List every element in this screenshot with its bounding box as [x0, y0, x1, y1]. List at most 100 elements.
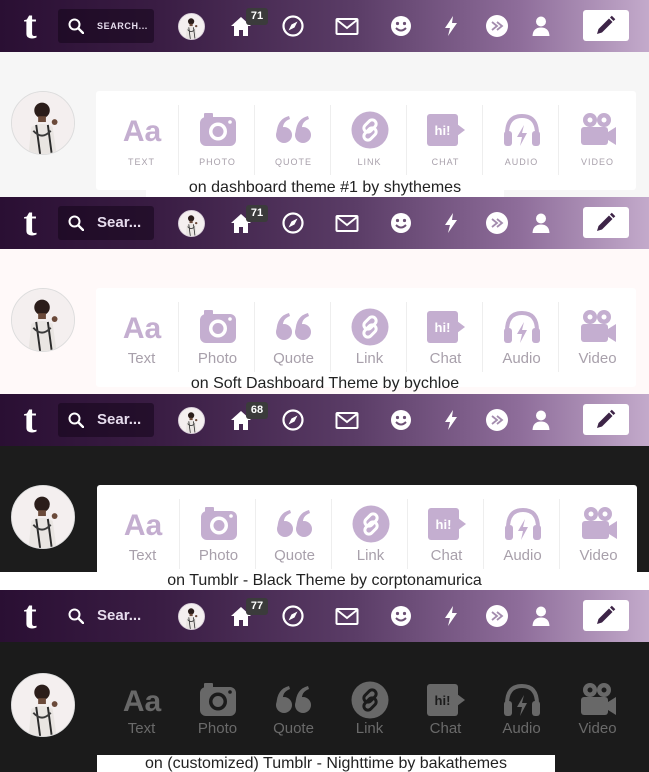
chat-icon: hi!	[426, 680, 466, 720]
smiley-icon[interactable]	[388, 210, 414, 236]
post-video-button[interactable]: Video	[559, 672, 636, 752]
search-input[interactable]: Sear...	[97, 599, 141, 633]
post-link-button[interactable]: LINK	[331, 91, 408, 190]
smiley-icon[interactable]	[388, 13, 414, 39]
smiley-icon[interactable]	[388, 407, 414, 433]
compose-button[interactable]	[583, 207, 629, 238]
post-photo-button[interactable]: Photo	[180, 485, 257, 584]
activity-lightning-icon[interactable]	[438, 603, 464, 629]
post-quote-label: Quote	[273, 350, 314, 367]
inbox-mail-icon[interactable]	[334, 603, 360, 629]
activity-lightning-icon[interactable]	[438, 407, 464, 433]
dashboard-avatar[interactable]	[11, 485, 75, 549]
inbox-mail-icon[interactable]	[334, 407, 360, 433]
activity-lightning-icon[interactable]	[438, 210, 464, 236]
post-video-label: Video	[578, 720, 617, 737]
post-audio-button[interactable]: AUDIO	[483, 91, 560, 190]
post-text-button[interactable]: Aa Text	[104, 485, 181, 584]
activity-lightning-icon[interactable]	[438, 13, 464, 39]
notification-badge: 71	[246, 205, 268, 222]
post-audio-button[interactable]: Audio	[484, 485, 561, 584]
link-icon	[350, 680, 390, 720]
post-chat-button[interactable]: hi! Chat	[407, 672, 484, 752]
crossed-circle-icon[interactable]	[484, 13, 510, 39]
svg-text:Aa: Aa	[124, 509, 163, 542]
post-text-label: Text	[127, 350, 156, 367]
post-photo-label: Photo	[198, 547, 239, 564]
post-text-button[interactable]: Aa TEXT	[103, 91, 180, 190]
video-camera-icon	[579, 504, 619, 544]
crossed-circle-icon[interactable]	[484, 210, 510, 236]
text-aa-icon: Aa	[123, 504, 163, 544]
post-quote-button[interactable]: QUOTE	[255, 91, 332, 190]
post-video-button[interactable]: Video	[559, 288, 636, 387]
account-person-icon[interactable]	[528, 603, 554, 629]
explore-compass-icon[interactable]	[280, 210, 306, 236]
search-input[interactable]: SEARCH...	[97, 9, 148, 43]
crossed-circle-icon[interactable]	[484, 603, 510, 629]
compose-button[interactable]	[583, 600, 629, 631]
post-video-label: Video	[579, 547, 618, 564]
smiley-icon[interactable]	[388, 603, 414, 629]
search-box[interactable]: Sear...	[58, 599, 154, 633]
post-photo-label: Photo	[197, 350, 238, 367]
tumblr-logo[interactable]: t	[17, 399, 43, 439]
post-audio-label: Audio	[502, 720, 541, 737]
post-photo-button[interactable]: PHOTO	[179, 91, 256, 190]
video-camera-icon	[578, 307, 618, 347]
account-person-icon[interactable]	[528, 13, 554, 39]
post-quote-button[interactable]: Quote	[256, 485, 333, 584]
dashboard-avatar[interactable]	[11, 288, 75, 352]
account-person-icon[interactable]	[528, 407, 554, 433]
post-video-button[interactable]: Video	[560, 485, 637, 584]
search-box[interactable]: Sear...	[58, 206, 154, 240]
user-avatar[interactable]	[178, 210, 205, 237]
compose-button[interactable]	[583, 404, 629, 435]
post-type-bar: Aa Text Photo Quote Link hi! Chat Audio Video	[97, 485, 637, 584]
link-icon	[350, 307, 390, 347]
explore-compass-icon[interactable]	[280, 13, 306, 39]
camera-icon	[199, 504, 239, 544]
user-avatar[interactable]	[178, 407, 205, 434]
post-link-button[interactable]: Link	[332, 485, 409, 584]
post-chat-button[interactable]: hi! Chat	[408, 485, 485, 584]
search-input[interactable]: Sear...	[97, 206, 141, 240]
tumblr-logo[interactable]: t	[17, 202, 43, 242]
user-avatar[interactable]	[178, 13, 205, 40]
post-type-divider	[482, 105, 483, 175]
quote-icon	[275, 504, 315, 544]
post-chat-label: Chat	[429, 720, 462, 737]
post-audio-button[interactable]: Audio	[483, 672, 560, 752]
chat-icon: hi!	[426, 110, 466, 150]
compose-button[interactable]	[583, 10, 629, 41]
tumblr-logo[interactable]: t	[17, 5, 43, 45]
post-text-label: Text	[128, 547, 157, 564]
search-input[interactable]: Sear...	[97, 403, 141, 437]
top-navbar: t Sear... 71	[0, 197, 649, 249]
tumblr-logo[interactable]: t	[17, 595, 43, 635]
chat-icon: hi!	[427, 504, 467, 544]
headphones-icon	[502, 680, 542, 720]
explore-compass-icon[interactable]	[280, 603, 306, 629]
post-text-button[interactable]: Aa Text	[103, 672, 180, 752]
user-avatar[interactable]	[178, 603, 205, 630]
post-link-label: Link	[355, 350, 384, 367]
crossed-circle-icon[interactable]	[484, 407, 510, 433]
post-text-label: Text	[127, 720, 156, 737]
dashboard-avatar[interactable]	[11, 673, 75, 737]
post-quote-button[interactable]: Quote	[255, 672, 332, 752]
account-person-icon[interactable]	[528, 210, 554, 236]
post-photo-button[interactable]: Photo	[179, 672, 256, 752]
post-chat-button[interactable]: hi! CHAT	[407, 91, 484, 190]
quote-icon	[274, 307, 314, 347]
inbox-mail-icon[interactable]	[334, 210, 360, 236]
post-video-button[interactable]: VIDEO	[559, 91, 636, 190]
search-box[interactable]: SEARCH...	[58, 9, 154, 43]
camera-icon	[198, 110, 238, 150]
explore-compass-icon[interactable]	[280, 407, 306, 433]
search-icon	[68, 608, 84, 624]
search-box[interactable]: Sear...	[58, 403, 154, 437]
post-link-button[interactable]: Link	[331, 672, 408, 752]
inbox-mail-icon[interactable]	[334, 13, 360, 39]
dashboard-avatar[interactable]	[11, 91, 75, 155]
